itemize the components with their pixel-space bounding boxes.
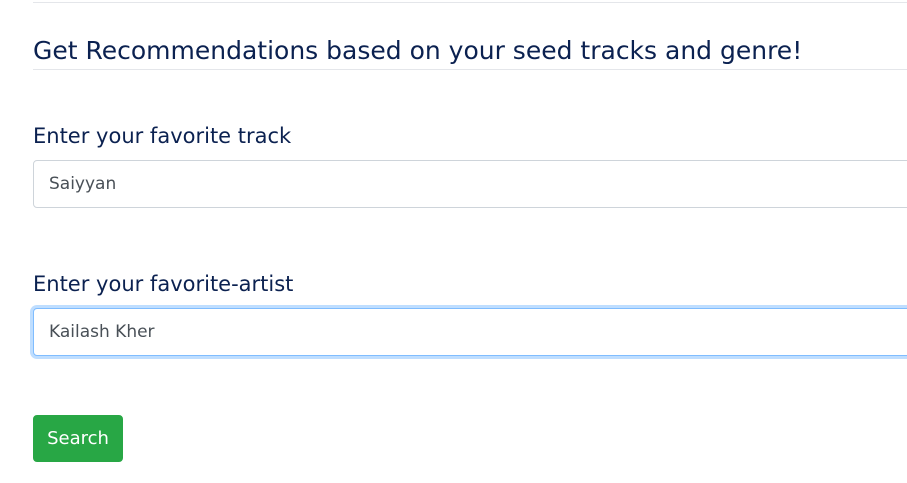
track-label: Enter your favorite track bbox=[33, 124, 292, 148]
track-input[interactable] bbox=[33, 160, 907, 208]
top-divider bbox=[33, 2, 907, 3]
artist-input[interactable] bbox=[33, 308, 907, 356]
recommendation-page: Get Recommendations based on your seed t… bbox=[0, 0, 907, 483]
page-heading: Get Recommendations based on your seed t… bbox=[33, 36, 803, 65]
search-button[interactable]: Search bbox=[33, 415, 123, 462]
artist-label: Enter your favorite-artist bbox=[33, 272, 294, 296]
heading-divider bbox=[33, 69, 907, 70]
